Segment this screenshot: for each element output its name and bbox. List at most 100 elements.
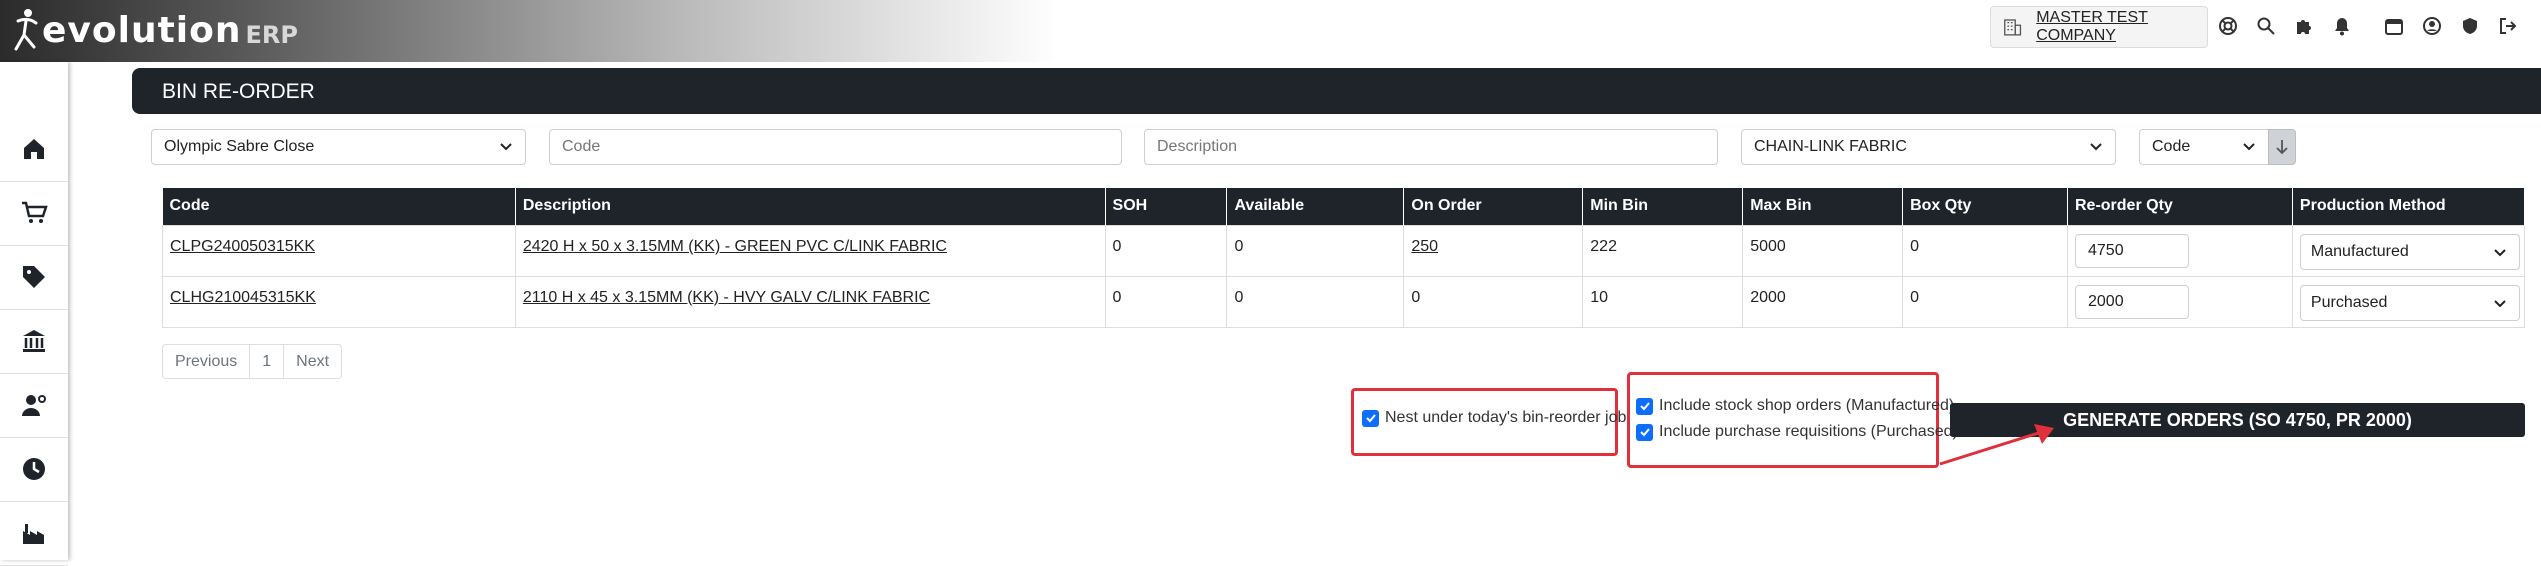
- highlight-box-include: [1627, 372, 1939, 468]
- production-method-select[interactable]: Purchased: [2299, 284, 2520, 321]
- shield-icon[interactable]: [2456, 12, 2484, 40]
- tag-icon: [23, 266, 45, 288]
- cell-code[interactable]: CLHG210045315KK: [162, 275, 516, 328]
- checkbox-checked-icon: [1636, 423, 1653, 441]
- cell-on-order: 0: [1403, 275, 1584, 328]
- chevron-down-icon: [2494, 248, 2506, 256]
- sidebar-item-hr[interactable]: [0, 373, 68, 437]
- calendar-icon[interactable]: [2380, 12, 2408, 40]
- search-icon[interactable]: [2252, 12, 2280, 40]
- chevron-down-icon: [500, 143, 512, 151]
- annotation-arrow: [1939, 424, 2054, 466]
- production-method-select[interactable]: Manufactured: [2299, 233, 2520, 270]
- sidebar-item-pricing[interactable]: [0, 245, 68, 309]
- col-header-soh[interactable]: SOH: [1105, 188, 1228, 225]
- sidebar-item-manufacturing[interactable]: [0, 501, 68, 565]
- cell-on-order[interactable]: 250: [1403, 224, 1584, 277]
- cell-box-qty: 0: [1902, 224, 2068, 277]
- table-row: CLHG210045315KK 2110 H x 45 x 3.15MM (KK…: [162, 275, 2526, 328]
- building-icon: [2004, 19, 2022, 36]
- description-input[interactable]: Description: [1144, 129, 1718, 165]
- cell-min-bin: 222: [1582, 224, 1744, 277]
- col-header-max-bin[interactable]: Max Bin: [1742, 188, 1904, 225]
- nest-checkbox[interactable]: Nest under today's bin-reorder job: [1362, 409, 1626, 427]
- pager-previous[interactable]: Previous: [163, 345, 251, 378]
- reorder-qty-input[interactable]: 2000: [2075, 284, 2189, 319]
- group-value: CHAIN-LINK FABRIC: [1754, 138, 1907, 155]
- include-purchase-requisitions-label: Include purchase requisitions (Purchased…: [1659, 423, 1958, 440]
- logout-icon[interactable]: [2494, 12, 2522, 40]
- home-icon: [24, 139, 44, 159]
- col-header-code[interactable]: Code: [162, 188, 516, 225]
- description-placeholder: Description: [1157, 138, 1238, 155]
- sort-direction-button[interactable]: [2268, 129, 2296, 165]
- cell-code[interactable]: CLPG240050315KK: [162, 224, 516, 277]
- arrow-down-icon: [2276, 140, 2288, 155]
- production-method-value: Purchased: [2310, 293, 2388, 311]
- sidebar-item-finance[interactable]: [0, 309, 68, 373]
- sidebar-item-time[interactable]: [0, 437, 68, 501]
- app-logo[interactable]: evolution ERP: [12, 6, 298, 54]
- sidebar-item-sales[interactable]: [0, 181, 68, 245]
- top-bar: evolution ERP MASTER TEST COMPANY: [0, 0, 2541, 62]
- cell-max-bin: 2000: [1742, 275, 1904, 328]
- sidebar: [0, 62, 68, 566]
- table-header-row: Code Description SOH Available On Order …: [162, 188, 2526, 225]
- col-header-box-qty[interactable]: Box Qty: [1902, 188, 2068, 225]
- bank-icon: [23, 330, 45, 352]
- chevron-down-icon: [2090, 143, 2102, 151]
- col-header-production-method[interactable]: Production Method: [2292, 188, 2526, 225]
- reorder-qty-input[interactable]: 4750: [2075, 233, 2189, 268]
- location-value: Olympic Sabre Close: [164, 138, 315, 155]
- cell-production-method: Purchased: [2291, 275, 2526, 328]
- cell-reorder-qty: 4750: [2067, 224, 2293, 277]
- cell-production-method: Manufactured: [2291, 224, 2526, 277]
- logo-text: evolution: [42, 9, 242, 51]
- page-title-bar: BIN RE-ORDER: [132, 68, 2541, 114]
- page-title: BIN RE-ORDER: [162, 80, 315, 103]
- chevron-down-icon: [2243, 143, 2255, 151]
- col-header-description[interactable]: Description: [515, 188, 1106, 225]
- clock-icon: [23, 458, 45, 480]
- user-icon[interactable]: [2418, 12, 2446, 40]
- company-selector[interactable]: MASTER TEST COMPANY: [1990, 6, 2208, 48]
- pagination: Previous 1 Next: [162, 344, 343, 379]
- cell-available: 0: [1226, 224, 1405, 277]
- user-gear-icon: [22, 395, 46, 416]
- sort-value: Code: [2152, 138, 2191, 155]
- sidebar-item-home[interactable]: [0, 117, 68, 181]
- cell-available: 0: [1226, 275, 1405, 328]
- factory-icon: [23, 524, 44, 544]
- col-header-available[interactable]: Available: [1226, 188, 1405, 225]
- bell-icon[interactable]: [2328, 12, 2356, 40]
- include-shop-orders-checkbox[interactable]: Include stock shop orders (Manufactured): [1636, 397, 1954, 415]
- logo-figure-icon: [14, 9, 38, 51]
- table-row: CLPG240050315KK 2420 H x 50 x 3.15MM (KK…: [162, 224, 2526, 277]
- sort-select[interactable]: Code: [2139, 129, 2269, 165]
- include-purchase-requisitions-checkbox[interactable]: Include purchase requisitions (Purchased…: [1636, 423, 1958, 441]
- logo-suffix: ERP: [245, 21, 298, 49]
- col-header-on-order[interactable]: On Order: [1403, 188, 1584, 225]
- checkbox-checked-icon: [1636, 397, 1653, 415]
- cell-description[interactable]: 2110 H x 45 x 3.15MM (KK) - HVY GALV C/L…: [514, 275, 1106, 328]
- group-select[interactable]: CHAIN-LINK FABRIC: [1741, 129, 2116, 165]
- company-name: MASTER TEST COMPANY: [2036, 9, 2148, 44]
- cell-description[interactable]: 2420 H x 50 x 3.15MM (KK) - GREEN PVC C/…: [514, 224, 1106, 277]
- production-method-value: Manufactured: [2310, 242, 2409, 260]
- cell-soh: 0: [1104, 275, 1228, 328]
- cell-max-bin: 5000: [1742, 224, 1904, 277]
- pager-next[interactable]: Next: [284, 345, 341, 378]
- pager-page-1[interactable]: 1: [250, 345, 285, 378]
- cell-min-bin: 10: [1582, 275, 1744, 328]
- bin-reorder-table: Code Description SOH Available On Order …: [162, 188, 2526, 328]
- cell-soh: 0: [1104, 224, 1228, 277]
- puzzle-icon[interactable]: [2290, 12, 2318, 40]
- code-input[interactable]: Code: [549, 129, 1122, 165]
- cell-box-qty: 0: [1902, 275, 2068, 328]
- cell-reorder-qty: 2000: [2067, 275, 2293, 328]
- col-header-min-bin[interactable]: Min Bin: [1582, 188, 1744, 225]
- support-icon[interactable]: [2214, 12, 2242, 40]
- col-header-reorder-qty[interactable]: Re-order Qty: [2067, 188, 2293, 225]
- checkbox-checked-icon: [1362, 409, 1379, 427]
- location-select[interactable]: Olympic Sabre Close: [151, 129, 526, 165]
